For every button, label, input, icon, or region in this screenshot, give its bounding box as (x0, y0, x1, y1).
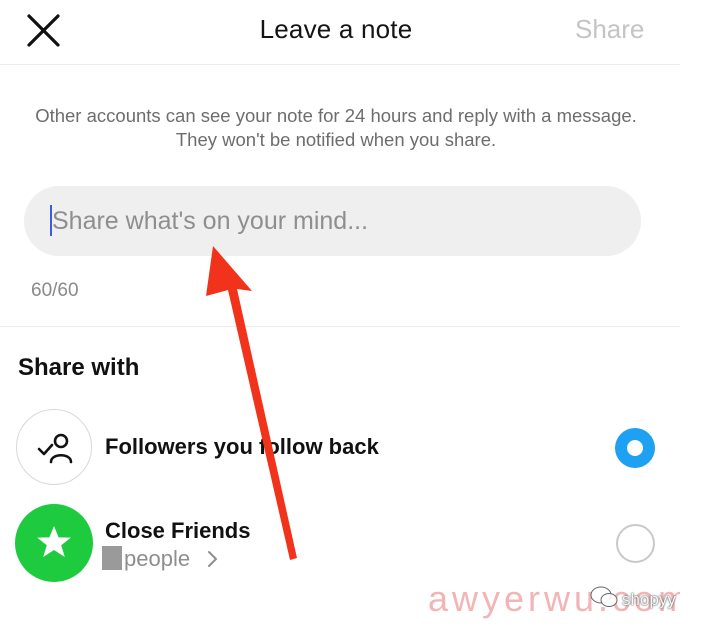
option-followers-you-follow-back[interactable]: Followers you follow back (0, 402, 680, 492)
wechat-logo-icon (590, 586, 618, 607)
text-caret (50, 205, 52, 236)
page-title: Leave a note (259, 14, 413, 44)
section-divider (0, 326, 680, 327)
right-margin (680, 0, 704, 630)
chevron-right-icon (208, 551, 217, 567)
header-divider (0, 64, 680, 65)
share-with-heading: Share with (18, 354, 140, 381)
note-description: Other accounts can see your note for 24 … (35, 105, 637, 150)
note-input[interactable] (24, 186, 641, 256)
share-button[interactable]: Share (575, 14, 644, 45)
close-friends-icon-circle (15, 504, 93, 582)
star-icon (37, 526, 71, 557)
redacted-count (102, 546, 122, 570)
radio-selected[interactable] (615, 428, 655, 468)
option-label: Followers you follow back (105, 434, 379, 459)
followers-icon-circle (16, 409, 92, 485)
option-label: Close Friends (105, 518, 251, 543)
people-label: people (124, 546, 191, 571)
watermark-brand: shopyy (622, 590, 676, 609)
character-counter: 60/60 (31, 280, 79, 301)
followers-check-icon (37, 433, 73, 464)
radio-unselected[interactable] (616, 524, 655, 563)
